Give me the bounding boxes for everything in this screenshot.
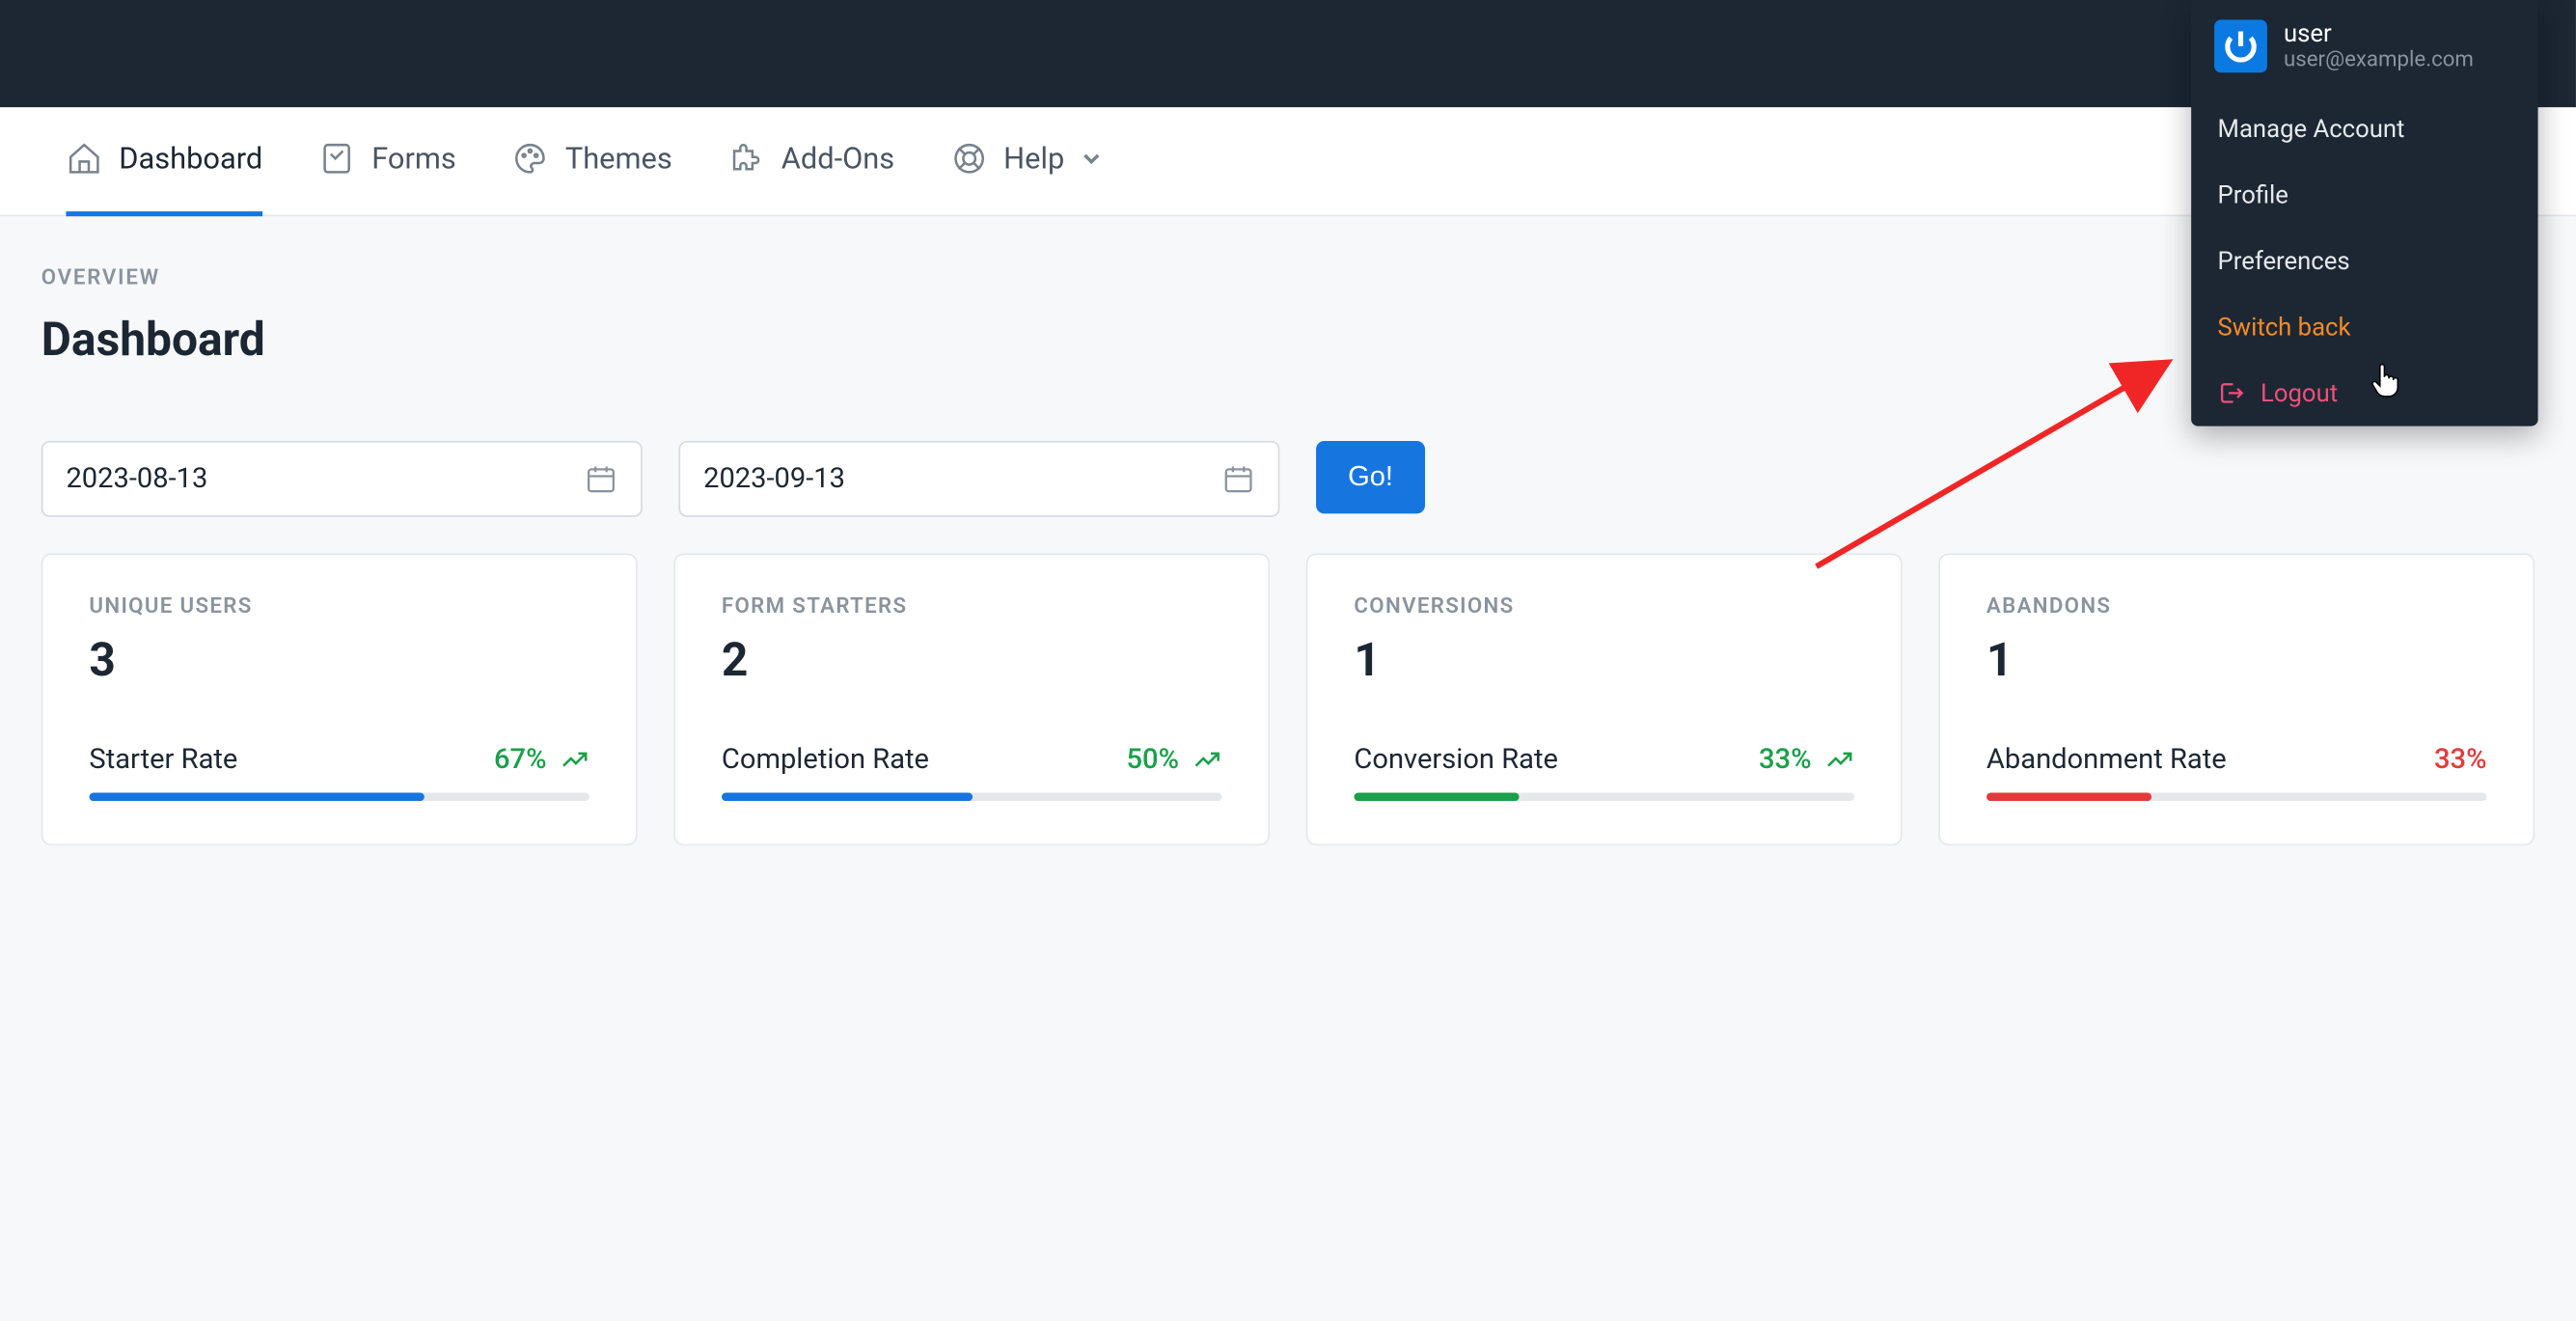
- avatar: [2214, 20, 2267, 73]
- rate-percent: 33%: [1759, 743, 1854, 776]
- rate-label: Conversion Rate: [1354, 743, 1557, 776]
- trend-up-icon: [1192, 745, 1222, 775]
- progress-bar: [722, 793, 972, 802]
- main-nav: Dashboard Forms Themes Add-Ons Help: [0, 107, 2576, 216]
- card-label: ABANDONS: [1987, 594, 2487, 619]
- hand-cursor-icon: [2370, 364, 2399, 400]
- trend-up-icon: [560, 745, 589, 775]
- nav-label: Add-Ons: [781, 141, 894, 176]
- stat-card-abandons: ABANDONS 1 Abandonment Rate 33%: [1938, 553, 2535, 845]
- user-menu: user user@example.com Manage Account Pro…: [2191, 0, 2537, 427]
- topbar: [0, 0, 2576, 107]
- nav-addons[interactable]: Add-Ons: [728, 106, 894, 215]
- trend-up-icon: [1824, 745, 1854, 775]
- nav-themes[interactable]: Themes: [512, 106, 672, 215]
- menu-logout[interactable]: Logout: [2191, 360, 2537, 426]
- card-label: UNIQUE USERS: [89, 594, 589, 619]
- date-to-input[interactable]: 2023-09-13: [678, 441, 1279, 517]
- card-value: 1: [1987, 633, 2487, 687]
- date-to-value: 2023-09-13: [703, 462, 845, 495]
- stat-card-unique-users: UNIQUE USERS 3 Starter Rate 67%: [41, 553, 638, 845]
- rate-label: Abandonment Rate: [1987, 743, 2227, 776]
- chevron-down-icon: [1081, 149, 1101, 169]
- nav-label: Help: [1003, 141, 1064, 176]
- calendar-icon: [1222, 462, 1255, 495]
- progress-bar: [1354, 793, 1519, 802]
- form-icon: [318, 140, 355, 177]
- nav-label: Themes: [565, 141, 672, 176]
- rate-percent: 67%: [494, 743, 589, 776]
- date-from-input[interactable]: 2023-08-13: [41, 441, 643, 517]
- calendar-icon: [585, 462, 617, 495]
- card-value: 1: [1354, 633, 1854, 687]
- user-name: user: [2284, 20, 2474, 47]
- nav-label: Forms: [371, 141, 456, 176]
- rate-label: Completion Rate: [722, 743, 929, 776]
- go-button[interactable]: Go!: [1316, 441, 1425, 513]
- logout-icon: [2218, 380, 2244, 406]
- card-label: FORM STARTERS: [722, 594, 1222, 619]
- progress-track: [1354, 793, 1854, 802]
- help-icon: [950, 140, 987, 177]
- stat-card-conversions: CONVERSIONS 1 Conversion Rate 33%: [1306, 553, 1903, 845]
- user-email: user@example.com: [2284, 47, 2474, 72]
- menu-preferences[interactable]: Preferences: [2191, 228, 2537, 293]
- progress-track: [722, 793, 1222, 802]
- page-content: OVERVIEW Dashboard New contact form 2023…: [0, 216, 2576, 894]
- user-menu-header[interactable]: user user@example.com: [2191, 0, 2537, 96]
- menu-switch-back[interactable]: Switch back: [2191, 294, 2537, 360]
- progress-bar: [89, 793, 424, 802]
- page-title: Dashboard: [41, 312, 265, 366]
- power-icon: [2221, 26, 2261, 66]
- stat-card-form-starters: FORM STARTERS 2 Completion Rate 50%: [673, 553, 1270, 845]
- rate-percent: 50%: [1127, 743, 1222, 776]
- card-value: 3: [89, 633, 589, 687]
- card-label: CONVERSIONS: [1354, 594, 1854, 619]
- menu-manage-account[interactable]: Manage Account: [2191, 96, 2537, 161]
- puzzle-icon: [728, 140, 765, 177]
- palette-icon: [512, 140, 549, 177]
- stat-cards: UNIQUE USERS 3 Starter Rate 67% FORM STA…: [41, 553, 2535, 845]
- nav-dashboard[interactable]: Dashboard: [66, 106, 262, 215]
- card-value: 2: [722, 633, 1222, 687]
- home-icon: [66, 140, 102, 177]
- progress-track: [89, 793, 589, 802]
- nav-label: Dashboard: [119, 141, 262, 176]
- menu-profile[interactable]: Profile: [2191, 162, 2537, 228]
- date-from-value: 2023-08-13: [66, 462, 207, 495]
- nav-help[interactable]: Help: [950, 106, 1101, 215]
- progress-bar: [1987, 793, 2151, 802]
- rate-percent: 33%: [2434, 743, 2487, 776]
- progress-track: [1987, 793, 2487, 802]
- rate-label: Starter Rate: [89, 743, 237, 776]
- overview-label: OVERVIEW: [41, 266, 2535, 291]
- nav-forms[interactable]: Forms: [318, 106, 455, 215]
